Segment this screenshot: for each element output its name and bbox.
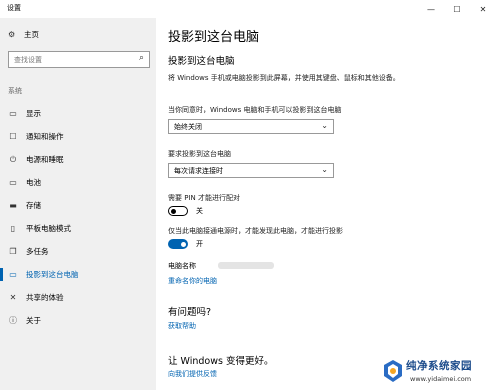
battery-icon: ▭ [9,178,17,187]
chevron-down-icon: ⌄ [321,165,328,174]
minimize-icon: — [427,4,435,14]
power-toggle[interactable] [168,239,188,249]
sidebar-item-notifications[interactable]: ☐ 通知和操作 [0,125,156,148]
close-button[interactable]: ✕ [472,0,494,18]
watermark-logo-icon [384,360,402,382]
gear-icon: ⚙ [8,30,16,39]
sidebar: ⚙ 主页 查找设置 ⌕ 系统 ▭ 显示 ☐ 通知和操作 ⏻ 电源和睡眠 ▭ 电池… [0,18,156,390]
sidebar-nav: ▭ 显示 ☐ 通知和操作 ⏻ 电源和睡眠 ▭ 电池 ▬ 存储 ▯ 平板电脑模式 … [0,102,156,332]
home-label: 主页 [24,30,39,39]
tablet-icon: ▯ [10,224,16,233]
pin-label: 需要 PIN 才能进行配对 [168,194,240,202]
power-toggle-state: 开 [196,240,203,248]
sidebar-item-display[interactable]: ▭ 显示 [0,102,156,125]
sidebar-item-label: 显示 [26,109,41,118]
sidebar-item-project-to-pc[interactable]: ▭ 投影到这台电脑 [0,263,156,286]
sidebar-item-label: 关于 [26,316,41,325]
multitask-icon: ❐ [9,247,17,256]
search-input[interactable]: 查找设置 ⌕ [8,51,150,68]
sidebar-item-power[interactable]: ⏻ 电源和睡眠 [0,148,156,171]
search-icon: ⌕ [138,53,144,63]
availability-dropdown[interactable]: 始终关闭 ⌄ [168,119,334,134]
search-placeholder: 查找设置 [14,56,42,64]
description-text: 将 Windows 手机或电脑投影到此屏幕，并使用其键盘、鼠标和其他设备。 [168,74,400,82]
window-title: 设置 [7,4,21,12]
title-bar: 设置 — ☐ ✕ [0,0,500,18]
share-icon: ✕ [9,293,17,302]
sidebar-item-label: 共享的体验 [26,293,64,302]
watermark-title: 纯净系统家园 [406,360,472,372]
page-title: 投影到这台电脑 [168,30,260,45]
watermark: 纯净系统家园 www.yidaimei.com [382,356,500,390]
availability-label: 当你同意时，Windows 电脑和手机可以投影到这台电脑 [168,106,342,114]
project-icon: ▭ [9,270,17,279]
sidebar-item-label: 存储 [26,201,41,210]
feedback-link[interactable]: 向我们提供反馈 [168,369,217,379]
watermark-url: www.yidaimei.com [410,375,472,383]
pc-name-label: 电脑名称 [168,262,196,270]
sidebar-item-label: 通知和操作 [26,132,64,141]
sidebar-item-shared-experiences[interactable]: ✕ 共享的体验 [0,286,156,309]
home-nav-item[interactable]: ⚙ 主页 [8,29,39,40]
pc-name-value-redacted [218,262,274,269]
sidebar-item-about[interactable]: ⓘ 关于 [0,309,156,332]
notification-icon: ☐ [9,132,17,141]
dropdown-value: 始终关闭 [174,123,202,131]
toggle-knob [180,241,186,247]
get-help-link[interactable]: 获取帮助 [168,321,196,331]
dropdown-value: 每次请求连接时 [174,167,223,175]
close-icon: ✕ [479,4,487,14]
sidebar-item-storage[interactable]: ▬ 存储 [0,194,156,217]
sidebar-item-tablet-mode[interactable]: ▯ 平板电脑模式 [0,217,156,240]
request-label: 要求投影到这台电脑 [168,150,231,158]
sidebar-item-multitasking[interactable]: ❐ 多任务 [0,240,156,263]
maximize-button[interactable]: ☐ [446,0,468,18]
improve-heading: 让 Windows 变得更好。 [168,356,274,367]
section-label: 系统 [8,87,22,95]
sidebar-item-label: 平板电脑模式 [26,224,71,233]
maximize-icon: ☐ [453,4,461,14]
storage-icon: ▬ [9,201,17,210]
pin-toggle[interactable] [168,206,188,216]
section-title: 投影到这台电脑 [168,56,235,67]
toggle-knob [171,208,176,214]
request-dropdown[interactable]: 每次请求连接时 ⌄ [168,163,334,178]
power-label: 仅当此电脑接通电源时，才能发现此电脑，才能进行投影 [168,227,343,235]
sidebar-item-label: 电池 [26,178,41,187]
pin-toggle-state: 关 [196,207,203,215]
sidebar-item-label: 多任务 [26,247,49,256]
minimize-button[interactable]: — [420,0,442,18]
display-icon: ▭ [9,109,17,118]
chevron-down-icon: ⌄ [321,121,328,130]
help-heading: 有问题吗? [168,307,212,318]
rename-pc-link[interactable]: 重命名你的电脑 [168,276,217,286]
sidebar-item-label: 投影到这台电脑 [26,270,79,279]
sidebar-item-label: 电源和睡眠 [26,155,64,164]
info-icon: ⓘ [9,316,17,325]
sidebar-item-battery[interactable]: ▭ 电池 [0,171,156,194]
power-icon: ⏻ [9,154,17,164]
